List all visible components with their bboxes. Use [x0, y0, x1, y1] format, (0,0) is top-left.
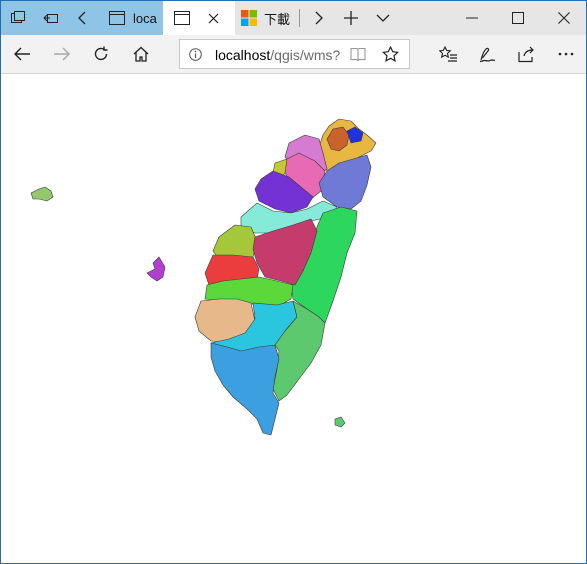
tab-scroll-right-button[interactable]	[301, 1, 335, 35]
reading-view-icon[interactable]	[350, 47, 366, 62]
tab-download[interactable]: 下載	[235, 1, 299, 35]
tab-separator	[299, 9, 300, 27]
chevron-left-icon	[78, 11, 86, 25]
url-host: localhost	[215, 47, 271, 63]
set-tabs-aside-button[interactable]	[35, 1, 67, 35]
chevron-down-icon	[376, 14, 390, 22]
url-path: /qgis/wms?	[270, 47, 340, 63]
pen-icon	[479, 47, 496, 63]
address-url[interactable]: localhost/qgis/wms?	[215, 47, 340, 63]
browser-window: loca 下載 localhost/qgis/wms?	[0, 0, 587, 564]
tab-localhost[interactable]: loca	[99, 1, 163, 35]
region-changhua	[212, 224, 258, 260]
taiwan-map-image	[30, 118, 377, 436]
maximize-button[interactable]	[495, 1, 541, 35]
share-icon	[518, 46, 534, 62]
refresh-icon	[94, 46, 108, 61]
more-dots-icon	[558, 52, 574, 56]
settings-more-button[interactable]	[549, 35, 583, 73]
close-icon	[557, 12, 570, 24]
info-icon[interactable]	[189, 48, 202, 61]
page-content	[1, 74, 586, 563]
favorite-star-icon[interactable]	[382, 46, 399, 63]
plus-icon	[344, 11, 358, 25]
back-button[interactable]	[5, 35, 39, 73]
region-lienchiang	[334, 416, 346, 428]
close-window-button[interactable]	[541, 1, 586, 35]
share-button[interactable]	[509, 35, 543, 73]
maximize-icon	[512, 12, 524, 24]
tab-label: loca	[133, 10, 157, 26]
tab-active[interactable]	[163, 1, 235, 35]
minimize-icon	[466, 17, 478, 19]
chevron-right-icon	[315, 11, 323, 25]
microsoft-logo-icon	[241, 10, 257, 26]
minimize-button[interactable]	[449, 1, 495, 35]
tab-scroll-left-button[interactable]	[67, 1, 99, 35]
address-bar[interactable]: localhost/qgis/wms?	[179, 39, 410, 69]
tab-strip: loca 下載	[1, 1, 586, 35]
favorites-button[interactable]	[431, 35, 465, 73]
page-icon	[109, 11, 125, 25]
tabs-aside-icon	[43, 14, 58, 23]
arrow-left-icon	[14, 47, 30, 61]
navigation-toolbar: localhost/qgis/wms?	[1, 35, 586, 74]
arrow-right-icon	[54, 47, 70, 61]
tab-actions-button[interactable]	[1, 1, 35, 35]
home-button[interactable]	[124, 35, 158, 73]
region-kinmen	[30, 186, 54, 202]
tab-label: 下載	[264, 11, 290, 27]
new-tab-button[interactable]	[335, 1, 367, 35]
region-penghu	[146, 256, 166, 282]
region-pingtung	[210, 342, 280, 436]
home-icon	[133, 46, 149, 62]
page-icon	[174, 11, 190, 25]
add-notes-button[interactable]	[470, 35, 504, 73]
favorites-list-icon	[439, 46, 457, 62]
forward-button[interactable]	[45, 35, 79, 73]
close-icon[interactable]	[208, 13, 219, 24]
tab-preview-button[interactable]	[367, 1, 399, 35]
window-tabs-icon	[11, 11, 25, 23]
refresh-button[interactable]	[84, 35, 118, 73]
